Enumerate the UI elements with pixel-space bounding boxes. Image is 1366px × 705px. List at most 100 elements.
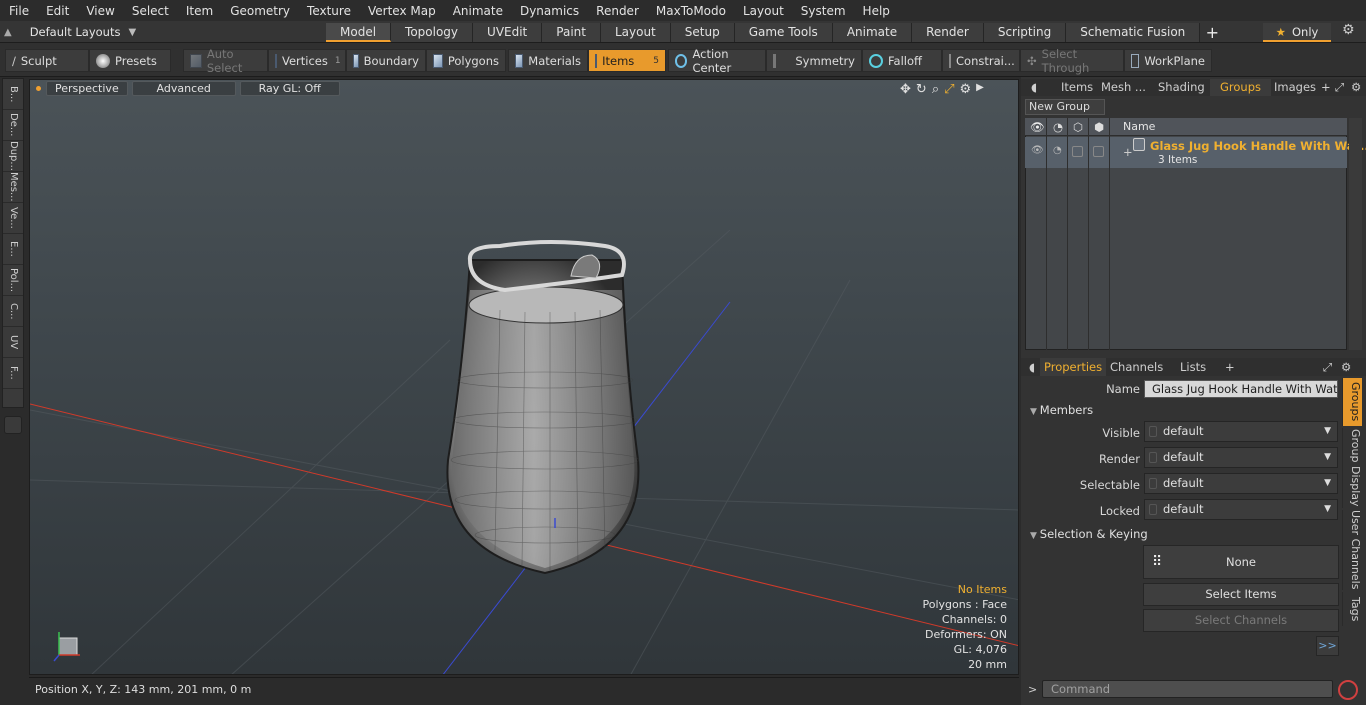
presets-button[interactable]: Presets (89, 49, 171, 72)
group-name-field[interactable]: Glass Jug Hook Handle With Water (3) (1144, 380, 1338, 398)
pan-icon[interactable]: ✥ (900, 82, 911, 97)
left-tab-curve[interactable]: C... (3, 296, 23, 327)
locked-toggle[interactable] (1149, 504, 1157, 515)
name-column-header[interactable]: Name (1123, 120, 1155, 133)
menu-edit[interactable]: Edit (37, 4, 77, 18)
row-visible-icon[interactable]: 👁 (1031, 145, 1044, 156)
render-toggle[interactable] (1149, 452, 1157, 463)
menu-help[interactable]: Help (854, 4, 898, 18)
tab-setup[interactable]: Setup (670, 23, 735, 42)
menu-select[interactable]: Select (123, 4, 177, 18)
visible-dropdown[interactable]: default ▼ (1144, 421, 1338, 442)
tab-lists[interactable]: Lists (1176, 358, 1210, 376)
add-tab-icon[interactable]: + (1319, 79, 1333, 96)
auto-select-button[interactable]: Auto Select (183, 47, 268, 75)
side-tab-tags[interactable]: Tags (1342, 592, 1362, 626)
viewport-gear-icon[interactable]: ⚙ (960, 82, 972, 97)
left-tab-basic[interactable]: B... (3, 79, 23, 110)
action-center-button[interactable]: Action Center (668, 47, 766, 75)
visibility-column-icon[interactable]: 👁 (1030, 120, 1045, 134)
tab-animate[interactable]: Animate (832, 23, 913, 42)
items-button[interactable]: Items 5 (588, 49, 666, 72)
view-perspective-dropdown[interactable]: Perspective (46, 81, 128, 96)
visible-toggle[interactable] (1149, 426, 1157, 437)
menu-texture[interactable]: Texture (298, 4, 359, 18)
add-properties-tab-icon[interactable]: + (1221, 358, 1239, 376)
properties-expand-icon[interactable]: ⤢ (1319, 358, 1336, 376)
menu-geometry[interactable]: Geometry (221, 4, 298, 18)
menu-system[interactable]: System (792, 4, 854, 18)
row-select-checkbox[interactable] (1072, 146, 1083, 157)
select-column-icon[interactable]: ⬡ (1073, 120, 1083, 134)
vertices-button[interactable]: Vertices 1 (268, 49, 346, 72)
row-lock-checkbox[interactable] (1093, 146, 1104, 157)
group-name[interactable]: Glass Jug Hook Handle With Wat... (1150, 139, 1366, 153)
viewport-more-icon[interactable]: ▶ (976, 82, 984, 97)
command-input[interactable]: Command (1042, 680, 1333, 698)
menu-layout[interactable]: Layout (734, 4, 792, 18)
tab-model[interactable]: Model (326, 23, 392, 42)
selectable-toggle[interactable] (1149, 478, 1157, 489)
select-items-button[interactable]: Select Items (1143, 583, 1339, 606)
materials-button[interactable]: Materials (508, 49, 588, 72)
symmetry-button[interactable]: Symmetry (766, 49, 862, 72)
tab-game-tools[interactable]: Game Tools (734, 23, 833, 42)
falloff-button[interactable]: Falloff (862, 49, 942, 72)
maximize-icon[interactable]: ⤢ (944, 82, 954, 97)
side-tab-group-display[interactable]: Group Display (1342, 428, 1362, 508)
menu-file[interactable]: File (0, 4, 37, 18)
tab-scripting[interactable]: Scripting (983, 23, 1067, 42)
new-group-button[interactable]: New Group (1025, 99, 1105, 115)
side-tab-user-channels[interactable]: User Channels (1342, 510, 1362, 590)
shading-mode-dropdown[interactable]: Advanced (131, 81, 236, 96)
tab-groups[interactable]: Groups (1210, 79, 1272, 96)
raygl-toggle[interactable]: Ray GL: Off (239, 81, 340, 96)
polygons-button[interactable]: Polygons (426, 49, 506, 72)
only-toggle[interactable]: ★ Only (1263, 23, 1331, 42)
panel-pin-icon[interactable]: ◖ (1027, 79, 1041, 96)
tab-schematic-fusion[interactable]: Schematic Fusion (1066, 23, 1201, 42)
tab-images[interactable]: Images (1264, 79, 1326, 96)
left-tab-polygon[interactable]: Pol... (3, 265, 23, 296)
menu-item[interactable]: Item (177, 4, 221, 18)
tab-topology[interactable]: Topology (391, 23, 474, 42)
selectable-dropdown[interactable]: default ▼ (1144, 473, 1338, 494)
selection-keying-section[interactable]: ▼ Selection & Keying (1030, 527, 1148, 541)
sculpt-button[interactable]: ∕ Sculpt (5, 49, 89, 72)
key-none-button[interactable]: ⠿ None (1143, 545, 1339, 579)
properties-gear-icon[interactable]: ⚙ (1337, 358, 1355, 376)
row-render-icon[interactable]: ◔ (1053, 145, 1062, 156)
record-icon[interactable] (1338, 680, 1358, 700)
members-section[interactable]: ▼ Members (1030, 403, 1093, 417)
left-tab-vertex[interactable]: Ve... (3, 203, 23, 234)
properties-pin-icon[interactable]: ◖ (1025, 358, 1039, 376)
menu-dynamics[interactable]: Dynamics (511, 4, 587, 18)
left-tab-duplicate[interactable]: Dup... (3, 141, 23, 172)
panel-gear-icon[interactable]: ⚙ (1349, 79, 1363, 96)
left-panel-toggle[interactable] (4, 416, 22, 434)
tab-uvedit[interactable]: UVEdit (473, 23, 543, 42)
group-list-scrollbar[interactable] (1349, 118, 1362, 350)
tab-properties[interactable]: Properties (1040, 358, 1107, 376)
gear-icon[interactable]: ⚙ (1342, 22, 1355, 38)
left-tab-mesh-edit[interactable]: Mes... (3, 172, 23, 203)
side-tab-groups[interactable]: Groups (1342, 378, 1362, 426)
left-tab-fusion[interactable]: F... (3, 358, 23, 389)
tab-paint[interactable]: Paint (542, 23, 601, 42)
menu-vertex-map[interactable]: Vertex Map (359, 4, 444, 18)
render-dropdown[interactable]: default ▼ (1144, 447, 1338, 468)
zoom-icon[interactable]: ⌕ (932, 82, 939, 97)
menu-render[interactable]: Render (587, 4, 647, 18)
menu-animate[interactable]: Animate (444, 4, 511, 18)
lock-column-icon[interactable]: ⬢ (1094, 120, 1104, 134)
expand-icon[interactable]: ⤢ (1333, 79, 1346, 96)
select-channels-button[interactable]: Select Channels (1143, 609, 1339, 632)
constraints-button[interactable]: Constrai... (942, 49, 1020, 72)
tab-shading[interactable]: Shading (1148, 79, 1215, 96)
rotate-icon[interactable]: ↻ (916, 82, 927, 97)
menu-maxtomodo[interactable]: MaxToModo (647, 4, 734, 18)
tab-layout[interactable]: Layout (600, 23, 671, 42)
expand-plus-icon[interactable]: + (1123, 145, 1133, 159)
boundary-button[interactable]: Boundary (346, 49, 426, 72)
add-tab-button[interactable]: + (1200, 23, 1224, 42)
